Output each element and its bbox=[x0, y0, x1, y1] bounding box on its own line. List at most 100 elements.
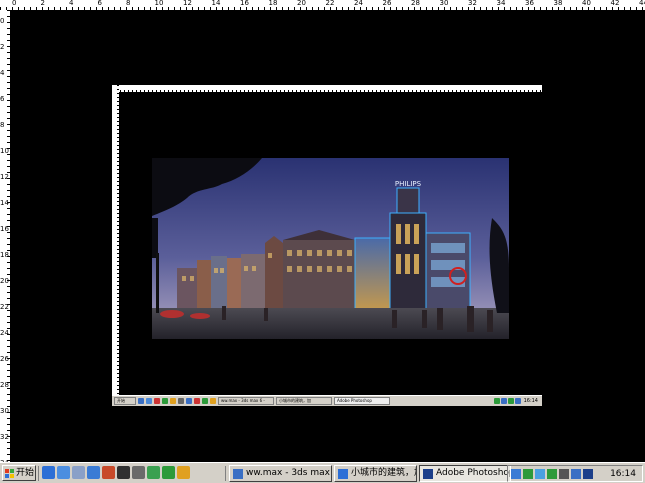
building bbox=[265, 236, 283, 313]
ruler-number: 12 bbox=[183, 0, 192, 7]
tower-top bbox=[396, 187, 420, 214]
ruler-number: 22 bbox=[325, 0, 335, 7]
system-tray: 16:14 bbox=[507, 465, 643, 482]
ruler-number: 6 bbox=[97, 0, 102, 7]
tray-icon[interactable] bbox=[535, 468, 545, 479]
ruler-number: 18 bbox=[268, 0, 278, 7]
inner-vertical-ruler bbox=[112, 85, 119, 395]
ruler-number: 8 bbox=[0, 121, 5, 129]
app-icon[interactable] bbox=[147, 466, 160, 479]
ruler-number: 14 bbox=[0, 199, 9, 207]
tray-icon[interactable] bbox=[559, 468, 569, 479]
ruler-number: 12 bbox=[0, 173, 9, 181]
app-icon[interactable] bbox=[132, 466, 145, 479]
desktop-icon[interactable] bbox=[72, 466, 85, 479]
inner-taskbar: 开始 ww.max - 3ds max 6 - 小城市的建筑，加 Adobe P… bbox=[112, 395, 542, 406]
ie-icon[interactable] bbox=[42, 466, 55, 479]
quick-launch bbox=[42, 466, 190, 481]
glass-facade bbox=[354, 237, 391, 314]
inner-quicklaunch-icon bbox=[170, 398, 176, 404]
ruler-number: 44 bbox=[639, 0, 645, 7]
ruler-number: 16 bbox=[240, 0, 249, 7]
ruler-number: 18 bbox=[0, 251, 9, 259]
inner-tray-icon bbox=[514, 398, 521, 404]
ruler-number: 10 bbox=[0, 147, 9, 155]
ruler-number: 34 bbox=[496, 0, 506, 7]
architectural-render-image: PHILIPS bbox=[152, 158, 509, 339]
media-icon[interactable] bbox=[87, 466, 100, 479]
ie-icon bbox=[338, 468, 348, 479]
building bbox=[227, 258, 241, 313]
inner-task-button: ww.max - 3ds max 6 - bbox=[218, 397, 274, 405]
task-3dsmax[interactable]: ww.max - 3ds max 6 - bbox=[229, 465, 332, 482]
ruler-number: 32 bbox=[468, 0, 477, 7]
ruler-number: 10 bbox=[154, 0, 164, 7]
horizontal-ruler[interactable]: 0 2 4 6 8 10 12 14 16 18 20 22 24 26 28 30 32 34 36 38 40 42 4… bbox=[0, 0, 645, 10]
inner-quicklaunch-icon bbox=[154, 398, 160, 404]
ruler-number: 2 bbox=[40, 0, 45, 7]
tray-icon[interactable] bbox=[571, 468, 581, 479]
task-label: ww.max - 3ds max 6 - bbox=[246, 468, 331, 478]
ruler-number: 22 bbox=[0, 303, 9, 311]
start-button[interactable]: 开始 bbox=[2, 465, 36, 481]
task-label: 小城市的建筑，加拿 bbox=[351, 468, 416, 478]
photoshop-icon bbox=[423, 468, 433, 479]
arrow-icon[interactable] bbox=[162, 466, 175, 479]
inner-task-button: 小城市的建筑，加 bbox=[276, 397, 332, 405]
inner-quicklaunch-icon bbox=[162, 398, 168, 404]
inner-start-button: 开始 bbox=[114, 397, 136, 405]
render-scene: PHILIPS bbox=[152, 158, 509, 339]
tray-icon[interactable] bbox=[547, 468, 557, 479]
ruler-number: 0 bbox=[0, 17, 5, 25]
ruler-number: 20 bbox=[0, 277, 9, 285]
app-icon[interactable] bbox=[117, 466, 130, 479]
3dsmax-icon bbox=[233, 468, 243, 479]
ruler-number: 40 bbox=[582, 0, 591, 7]
clock[interactable]: 16:14 bbox=[610, 469, 642, 479]
inner-quicklaunch-icon bbox=[146, 398, 152, 404]
building bbox=[241, 254, 265, 313]
ruler-number: 42 bbox=[610, 0, 620, 7]
taskbar: 开始 ww.max - 3ds max 6 - 小城市的建筑，加拿 Adobe … bbox=[0, 462, 645, 483]
inner-quicklaunch-icon bbox=[138, 398, 144, 404]
philips-sign: PHILIPS bbox=[395, 180, 422, 188]
inner-horizontal-ruler bbox=[112, 85, 542, 92]
inner-quicklaunch-icon bbox=[194, 398, 200, 404]
ruler-number: 26 bbox=[0, 355, 9, 363]
ruler-number: 36 bbox=[525, 0, 534, 7]
ruler-number: 2 bbox=[0, 43, 5, 51]
inner-quicklaunch-icon bbox=[202, 398, 208, 404]
inner-tray-icon bbox=[507, 398, 514, 404]
outlook-icon[interactable] bbox=[57, 466, 70, 479]
app-icon[interactable] bbox=[102, 466, 115, 479]
ruler-number: 16 bbox=[0, 225, 9, 233]
building bbox=[211, 256, 227, 313]
network-icon[interactable] bbox=[523, 468, 533, 479]
plaza bbox=[152, 308, 509, 339]
start-label: 开始 bbox=[16, 468, 35, 478]
ruler-number: 0 bbox=[12, 0, 17, 7]
speaker-icon[interactable] bbox=[511, 468, 521, 479]
inner-tray-icon bbox=[493, 398, 500, 404]
ruler-number: 30 bbox=[0, 407, 9, 415]
ruler-number: 28 bbox=[411, 0, 420, 7]
ruler-number: 30 bbox=[439, 0, 449, 7]
task-web-page[interactable]: 小城市的建筑，加拿 bbox=[334, 465, 417, 482]
ruler-number: 20 bbox=[297, 0, 306, 7]
inner-quicklaunch-icon bbox=[178, 398, 184, 404]
lamp-post bbox=[156, 253, 158, 313]
windows-flag-icon bbox=[5, 468, 14, 478]
divider bbox=[225, 466, 226, 481]
ruler-number: 26 bbox=[382, 0, 392, 7]
shield-icon[interactable] bbox=[177, 466, 190, 479]
inner-quicklaunch-icon bbox=[186, 398, 192, 404]
divider bbox=[38, 466, 39, 481]
vertical-ruler[interactable]: 0246810121416182022242628303234 bbox=[0, 10, 10, 462]
input-method-icon[interactable] bbox=[583, 468, 593, 479]
inner-quicklaunch-icon bbox=[210, 398, 216, 404]
task-photoshop[interactable]: Adobe Photoshop bbox=[419, 465, 511, 482]
ruler-number: 8 bbox=[126, 0, 131, 7]
building bbox=[197, 260, 211, 313]
ruler-number: 32 bbox=[0, 433, 9, 441]
ruler-number: 4 bbox=[0, 69, 5, 77]
